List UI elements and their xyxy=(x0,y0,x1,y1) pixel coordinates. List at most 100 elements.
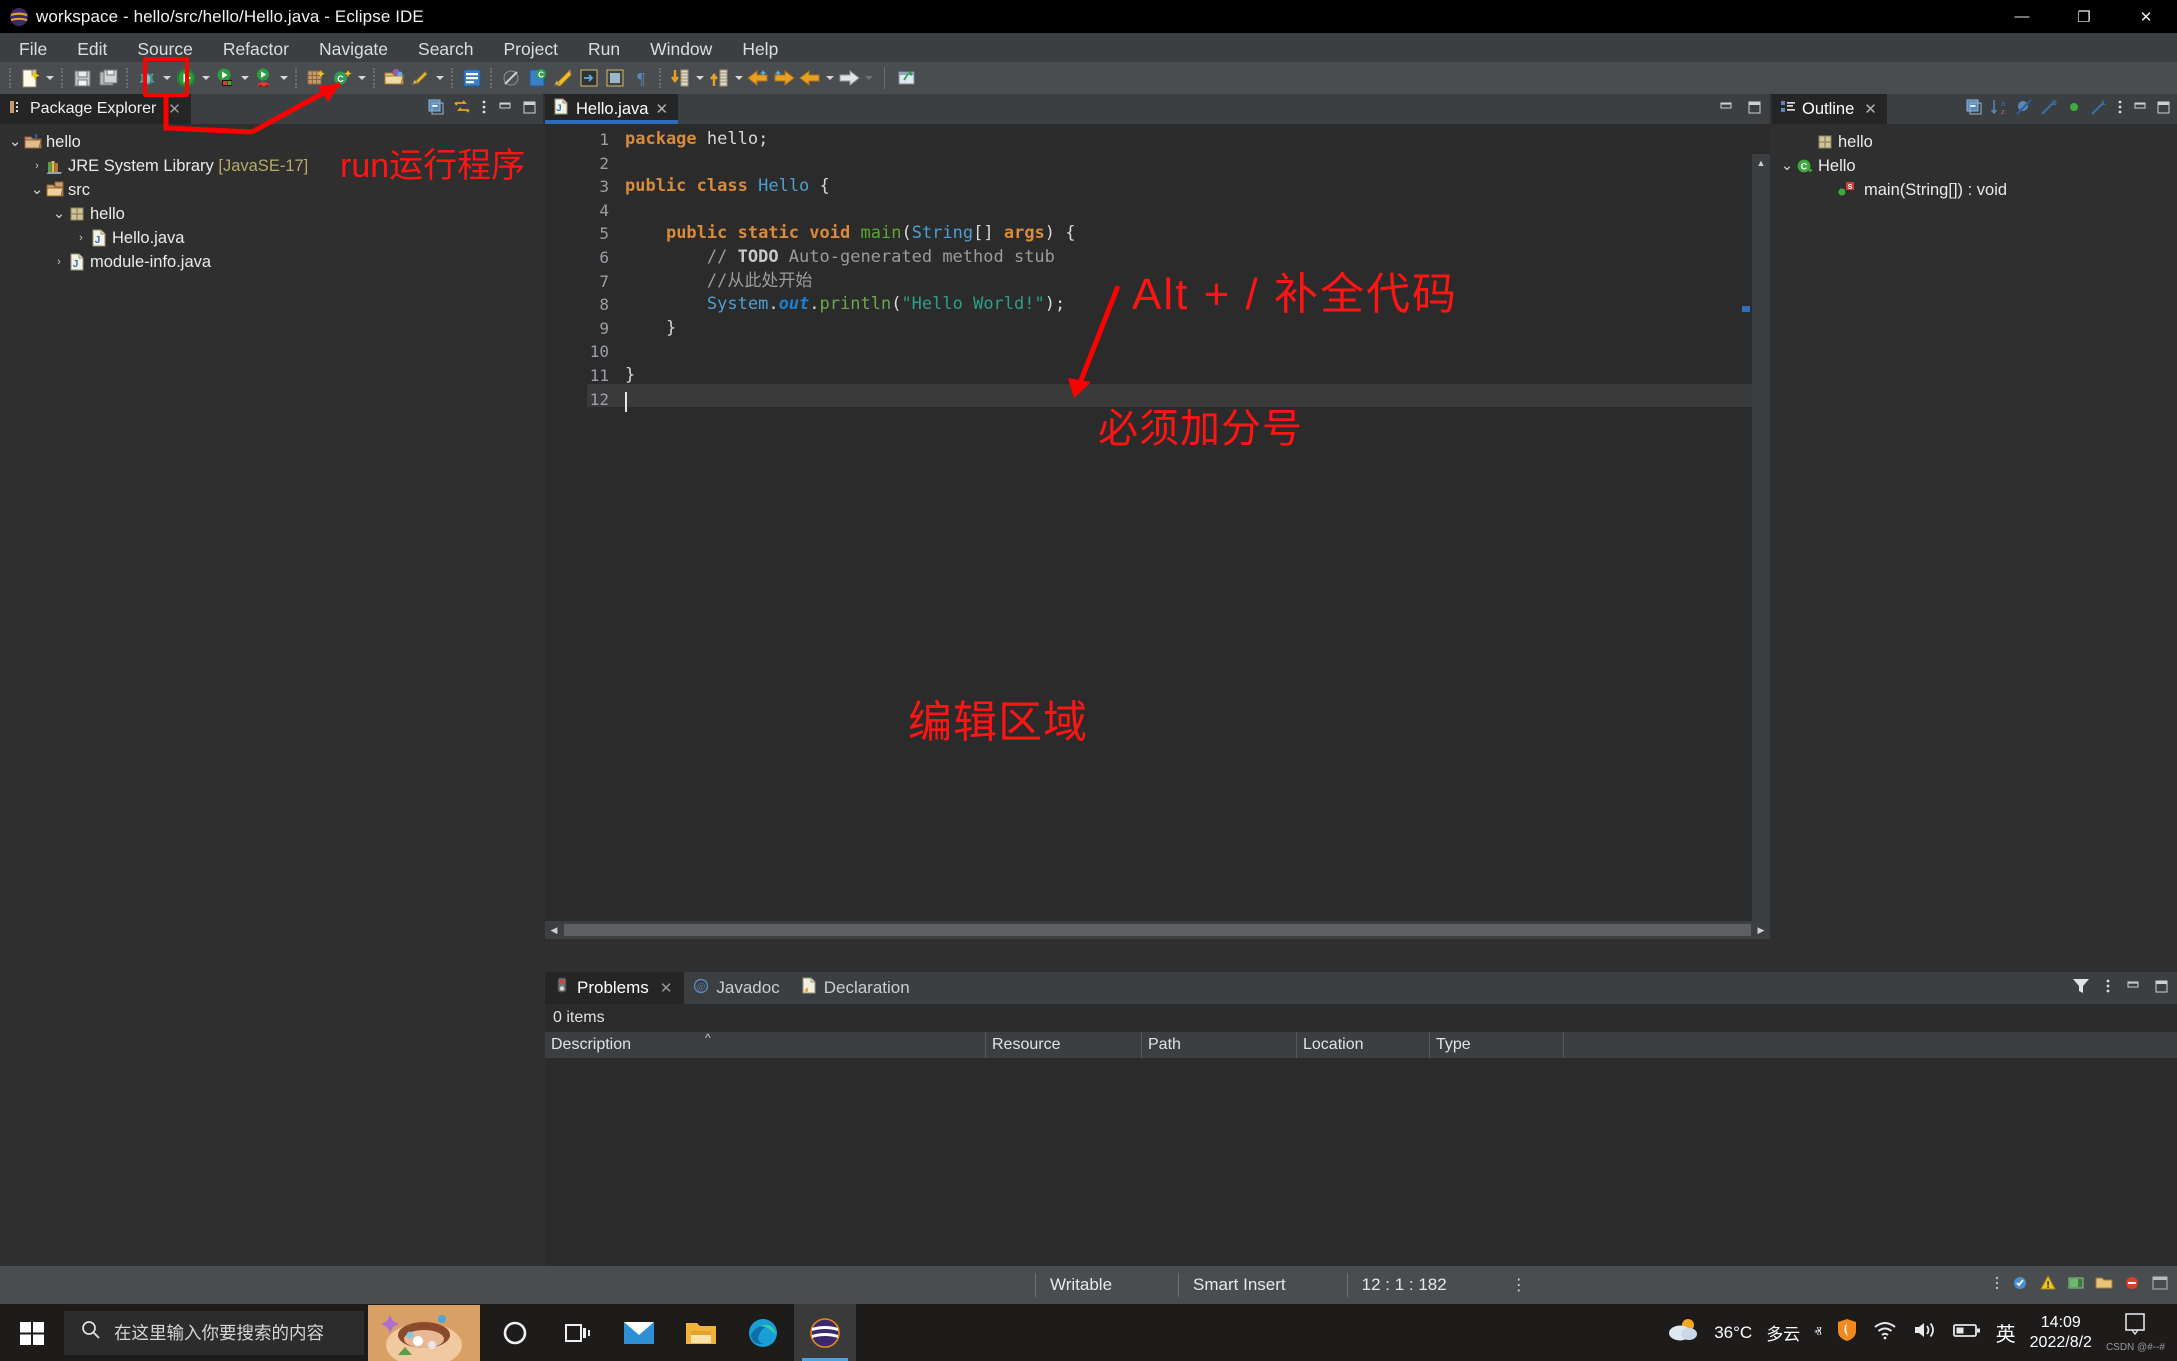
twisty-expanded-icon[interactable]: ⌄ xyxy=(6,134,24,149)
column-type[interactable]: Type xyxy=(1429,1032,1563,1058)
view-menu-icon[interactable] xyxy=(2115,98,2125,121)
problems-table-body[interactable] xyxy=(545,1058,2177,1266)
tab-javadoc[interactable]: @ Javadoc xyxy=(684,972,791,1004)
close-icon[interactable]: ✕ xyxy=(1864,100,1877,118)
code-line-2[interactable]: 2 xyxy=(567,152,1747,176)
collapse-all-icon[interactable] xyxy=(1965,98,1983,121)
battery-icon[interactable] xyxy=(1952,1320,1982,1345)
save-icon[interactable] xyxy=(69,65,95,91)
column-path[interactable]: Path xyxy=(1141,1032,1296,1058)
mail-icon[interactable] xyxy=(608,1304,670,1361)
run-dropdown[interactable] xyxy=(199,65,212,91)
hide-fields-icon[interactable] xyxy=(2015,98,2033,121)
close-icon[interactable]: ✕ xyxy=(168,100,181,118)
new-editor-icon[interactable] xyxy=(576,65,602,91)
back-icon[interactable] xyxy=(797,65,823,91)
twisty-collapsed-icon[interactable]: › xyxy=(72,232,90,244)
new-wizard-icon[interactable] xyxy=(17,65,43,91)
edge-browser-icon[interactable] xyxy=(732,1304,794,1361)
previous-annotation-dropdown[interactable] xyxy=(732,65,745,91)
pin-editor-icon[interactable] xyxy=(550,65,576,91)
maximize-icon[interactable] xyxy=(521,99,537,120)
status-trim-dots-icon[interactable] xyxy=(1993,1274,2001,1297)
menu-search[interactable]: Search xyxy=(403,36,488,63)
editor-horizontal-scrollbar[interactable]: ◀ ▶ xyxy=(545,921,1770,939)
code-line-12[interactable]: 12 xyxy=(567,388,1747,412)
sort-icon[interactable]: az xyxy=(1990,98,2008,121)
column-location[interactable]: Location xyxy=(1296,1032,1429,1058)
code-line-8[interactable]: 8 System.out.println("Hello World!"); xyxy=(567,293,1747,317)
security-shield-icon[interactable] xyxy=(1836,1318,1858,1347)
previous-annotation-icon[interactable] xyxy=(706,65,732,91)
maximize-icon[interactable] xyxy=(2153,978,2169,999)
tab-problems[interactable]: Problems ✕ xyxy=(545,972,685,1004)
toggle-mark-occurrences-icon[interactable] xyxy=(407,65,433,91)
warning-status-icon[interactable] xyxy=(2039,1274,2057,1297)
menu-project[interactable]: Project xyxy=(488,36,572,63)
outline-item-mainstringvoid[interactable]: Smain(String[]) : void xyxy=(1772,178,2177,202)
hide-nonpublic-icon[interactable] xyxy=(2065,98,2083,121)
show-desktop-icon[interactable] xyxy=(2122,1312,2148,1341)
twisty-expanded-icon[interactable]: ⌄ xyxy=(28,182,46,197)
run-icon[interactable] xyxy=(173,65,199,91)
outline-item-hello[interactable]: ⌄ C Hello xyxy=(1772,154,2177,178)
show-whitespace-icon[interactable]: ¶ xyxy=(628,65,654,91)
editor-vertical-scrollbar[interactable]: ▲ ▼ xyxy=(1752,154,1770,939)
hide-local-icon[interactable]: L xyxy=(2090,98,2108,121)
code-line-1[interactable]: 1 package hello; xyxy=(567,128,1747,152)
menu-file[interactable]: File xyxy=(4,36,62,63)
close-icon[interactable]: ✕ xyxy=(655,100,668,118)
trim-area-icon[interactable] xyxy=(2151,1274,2169,1297)
code-text[interactable]: System.out.println("Hello World!"); xyxy=(625,293,1065,317)
ime-indicator[interactable]: 英 xyxy=(1996,1318,2016,1347)
partly-cloudy-icon[interactable] xyxy=(1666,1317,1700,1348)
save-all-icon[interactable] xyxy=(95,65,121,91)
new-wizard-dropdown[interactable] xyxy=(43,65,56,91)
back-dropdown[interactable] xyxy=(823,65,836,91)
maximize-icon[interactable] xyxy=(1746,99,1762,120)
code-text[interactable]: } xyxy=(625,317,676,341)
debug-dropdown[interactable] xyxy=(160,65,173,91)
twisty-expanded-icon[interactable]: ⌄ xyxy=(1778,158,1796,173)
taskbar-search-input[interactable]: 在这里输入你要搜索的内容 xyxy=(64,1310,364,1355)
volume-icon[interactable] xyxy=(1912,1319,1938,1346)
minimize-icon[interactable] xyxy=(1718,99,1734,120)
column-resource[interactable]: Resource xyxy=(985,1032,1141,1058)
twisty-expanded-icon[interactable]: ⌄ xyxy=(50,206,68,221)
minimize-icon[interactable] xyxy=(2125,978,2141,999)
open-task-icon[interactable] xyxy=(459,65,485,91)
scroll-left-icon[interactable]: ◀ xyxy=(545,925,563,936)
next-annotation-icon[interactable]: C xyxy=(524,65,550,91)
code-text[interactable]: public class Hello { xyxy=(625,175,830,199)
tree-item-hello[interactable]: ⌄ hello xyxy=(0,130,543,154)
debug-icon[interactable] xyxy=(134,65,160,91)
status-overflow-icon[interactable]: ⋮ xyxy=(1511,1275,1527,1295)
code-text[interactable]: package hello; xyxy=(625,128,768,152)
code-line-10[interactable]: 10 xyxy=(567,340,1747,364)
code-line-9[interactable]: 9 } xyxy=(567,317,1747,341)
tab-outline[interactable]: Outline ✕ xyxy=(1772,94,1887,124)
file-explorer-icon[interactable] xyxy=(670,1304,732,1361)
open-folder-status-icon[interactable] xyxy=(2095,1274,2113,1297)
menu-run[interactable]: Run xyxy=(573,36,635,63)
twisty-collapsed-icon[interactable]: › xyxy=(28,160,46,172)
last-edit-location-icon[interactable] xyxy=(745,65,771,91)
new-java-package-icon[interactable] xyxy=(303,65,329,91)
close-icon[interactable]: ✕ xyxy=(660,979,673,997)
coverage-dropdown[interactable] xyxy=(277,65,290,91)
code-editor-canvas[interactable]: 1 package hello; 2 3 public class Hello {4 5 … xyxy=(545,124,1770,939)
scroll-right-icon[interactable]: ▶ xyxy=(1752,925,1770,936)
collapse-all-icon[interactable] xyxy=(427,98,445,121)
new-java-class-icon[interactable]: C xyxy=(329,65,355,91)
open-type-icon[interactable] xyxy=(381,65,407,91)
view-menu-icon[interactable] xyxy=(479,98,489,121)
next-annotation-nav-icon[interactable] xyxy=(667,65,693,91)
error-status-icon[interactable] xyxy=(2123,1274,2141,1297)
minimize-icon[interactable] xyxy=(497,99,513,120)
coverage-icon[interactable] xyxy=(251,65,277,91)
show-desktop-area[interactable]: CSDN @#--# xyxy=(2106,1312,2165,1353)
link-with-editor-icon[interactable] xyxy=(453,98,471,121)
task-view-icon[interactable] xyxy=(546,1304,608,1361)
twisty-collapsed-icon[interactable]: › xyxy=(50,256,68,268)
restore-button[interactable]: ❐ xyxy=(2053,0,2115,33)
